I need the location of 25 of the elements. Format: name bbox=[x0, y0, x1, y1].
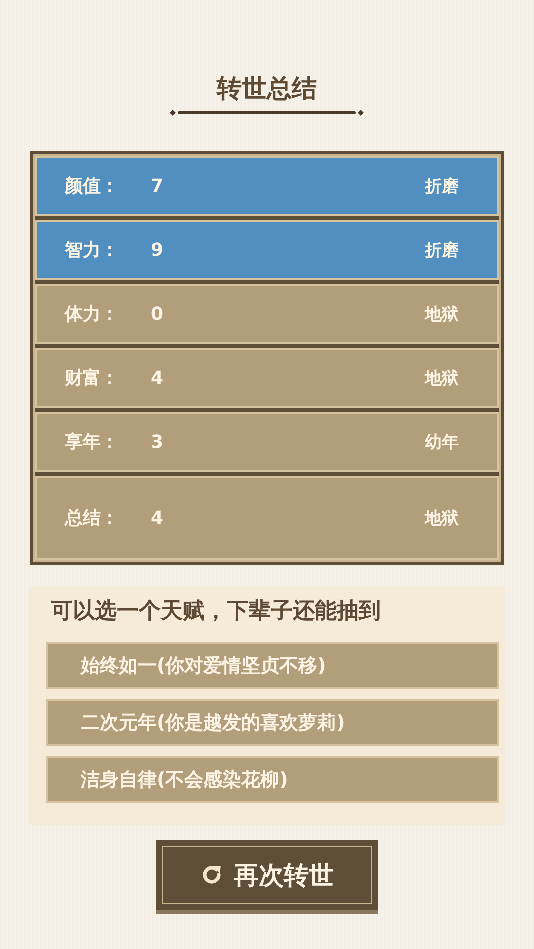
stat-value: 4 bbox=[151, 368, 165, 388]
stat-label: 智力： bbox=[65, 239, 120, 262]
stat-label: 财富： bbox=[65, 367, 120, 390]
stat-label: 享年： bbox=[65, 431, 120, 454]
stat-grade: 地狱 bbox=[425, 304, 459, 326]
restart-button[interactable]: 再次转世 bbox=[156, 840, 378, 910]
stat-label: 体力： bbox=[65, 303, 120, 326]
stat-value: 0 bbox=[151, 304, 165, 324]
stat-grade: 地狱 bbox=[425, 508, 459, 530]
stat-value: 4 bbox=[151, 508, 165, 528]
talent-option[interactable]: 洁身自律(不会感染花柳) bbox=[46, 756, 499, 803]
stat-value: 7 bbox=[151, 176, 165, 196]
stat-value: 3 bbox=[151, 432, 165, 452]
refresh-icon bbox=[200, 863, 224, 887]
stat-grade: 幼年 bbox=[425, 432, 459, 454]
talent-option[interactable]: 二次元年(你是越发的喜欢萝莉) bbox=[46, 699, 499, 746]
stat-grade: 折磨 bbox=[425, 240, 459, 262]
page-title: 转世总结 bbox=[217, 73, 317, 105]
stat-value: 9 bbox=[151, 240, 165, 260]
stat-label: 颜值： bbox=[65, 175, 120, 198]
stat-grade: 折磨 bbox=[425, 176, 459, 198]
stat-grade: 地狱 bbox=[425, 368, 459, 390]
talent-heading: 可以选一个天赋，下辈子还能抽到 bbox=[50, 598, 382, 626]
talent-option[interactable]: 始终如一(你对爱情坚贞不移) bbox=[46, 642, 499, 689]
stat-label: 总结： bbox=[65, 507, 120, 530]
